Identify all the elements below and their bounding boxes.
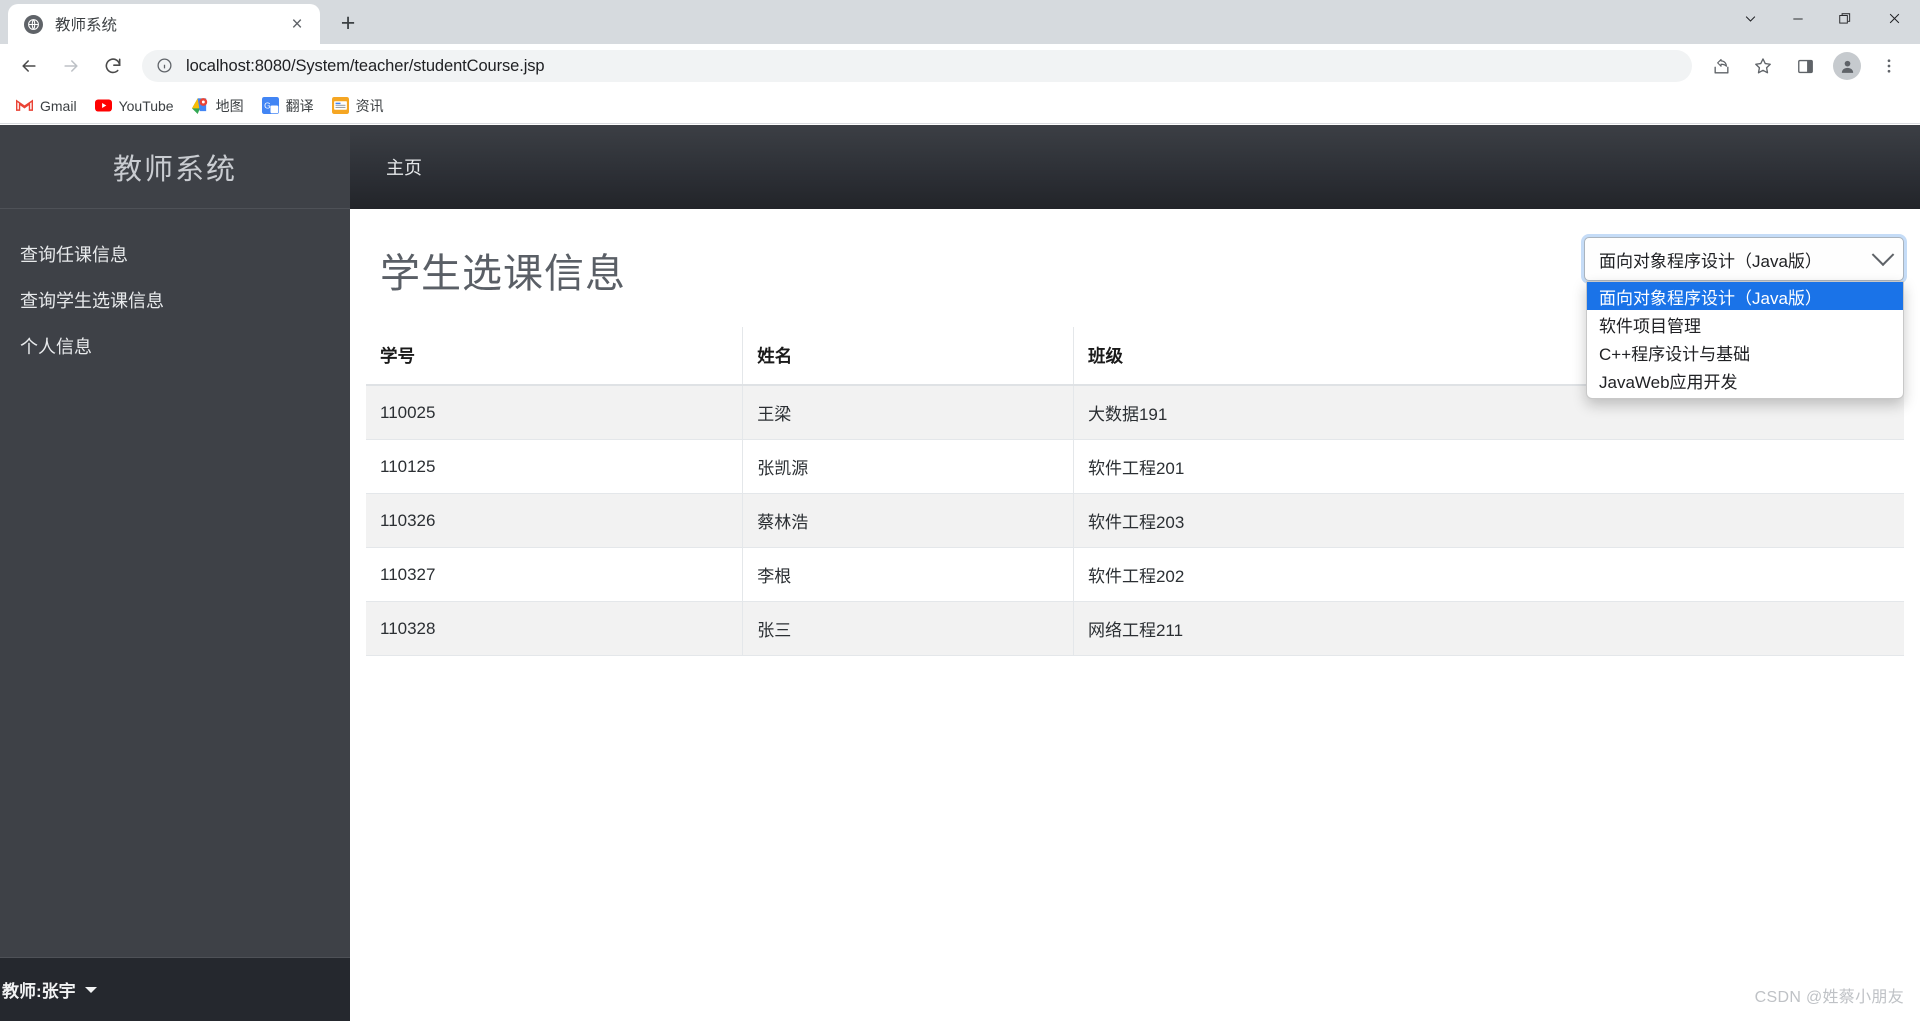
cell-name: 蔡林浩	[742, 493, 1074, 548]
page-viewport: 教师系统 查询任课信息 查询学生选课信息 个人信息 教师:张宇 主页 学生选课信…	[0, 125, 1920, 1021]
watermark: CSDN @姓蔡小朋友	[1754, 989, 1904, 1006]
nav-link-home[interactable]: 主页	[386, 154, 422, 180]
address-bar[interactable]: localhost:8080/System/teacher/studentCou…	[142, 50, 1692, 82]
chevron-down-icon[interactable]	[1727, 0, 1774, 37]
browser-tab[interactable]: 教师系统 ×	[8, 4, 320, 44]
bookmarks-bar: Gmail YouTube 地图 G 翻译 资讯	[0, 88, 1920, 124]
cell-student-id: 110327	[366, 547, 744, 602]
cell-class: 网络工程211	[1073, 601, 1904, 656]
google-maps-icon	[191, 97, 209, 114]
bookmark-label: 翻译	[285, 97, 314, 114]
forward-arrow-icon	[54, 49, 88, 83]
cell-student-id: 110025	[366, 385, 744, 440]
share-icon[interactable]	[1704, 49, 1738, 83]
top-navbar: 主页	[350, 125, 1920, 209]
column-header-name: 姓名	[742, 327, 1074, 386]
star-icon[interactable]	[1746, 49, 1780, 83]
sidebar-user-menu[interactable]: 教师:张宇	[0, 957, 350, 1021]
toolbar-actions	[1700, 49, 1910, 83]
bookmark-maps[interactable]: 地图	[184, 92, 252, 120]
cell-student-id: 110326	[366, 493, 744, 548]
cell-name: 王梁	[742, 385, 1074, 440]
sidebar-nav: 查询任课信息 查询学生选课信息 个人信息	[0, 209, 350, 957]
window-controls	[1727, 0, 1920, 37]
bookmark-gmail[interactable]: Gmail	[8, 93, 85, 118]
google-news-icon	[331, 97, 349, 114]
bookmark-label: 资讯	[355, 97, 384, 114]
bookmark-translate[interactable]: G 翻译	[254, 92, 322, 120]
sidebar-item-teaching-info[interactable]: 查询任课信息	[0, 231, 350, 277]
minimize-icon[interactable]	[1774, 0, 1821, 37]
profile-avatar-icon[interactable]	[1833, 52, 1861, 80]
course-option[interactable]: C++程序设计与基础	[1587, 338, 1903, 366]
browser-titlebar: 教师系统 × +	[0, 0, 1920, 44]
youtube-icon	[94, 97, 112, 114]
sidebar-item-personal-info[interactable]: 个人信息	[0, 323, 350, 369]
bookmark-label: Gmail	[40, 97, 77, 114]
cell-name: 李根	[742, 547, 1074, 602]
cell-class: 软件工程201	[1073, 439, 1904, 494]
table-body: 110025 王梁 大数据191 110125 张凯源 软件工程201 1103…	[366, 385, 1904, 656]
page-body: 学生选课信息 面向对象程序设计（Java版） 面向对象程序设计（Java版） 软…	[350, 209, 1920, 656]
reload-icon[interactable]	[96, 49, 130, 83]
column-header-student-id: 学号	[366, 327, 744, 386]
close-icon[interactable]: ×	[284, 11, 310, 37]
cell-student-id: 110328	[366, 601, 744, 656]
table-row: 110125 张凯源 软件工程201	[366, 439, 1904, 494]
course-option[interactable]: 软件项目管理	[1587, 310, 1903, 338]
course-select-options: 面向对象程序设计（Java版） 软件项目管理 C++程序设计与基础 JavaWe…	[1586, 281, 1904, 399]
sidebar-brand: 教师系统	[0, 125, 350, 209]
browser-toolbar: localhost:8080/System/teacher/studentCou…	[0, 44, 1920, 88]
info-circle-icon[interactable]	[156, 57, 174, 75]
bookmark-youtube[interactable]: YouTube	[87, 93, 182, 118]
close-icon[interactable]	[1868, 0, 1920, 37]
cell-class: 软件工程202	[1073, 547, 1904, 602]
bookmark-news[interactable]: 资讯	[324, 92, 392, 120]
tab-title: 教师系统	[55, 17, 118, 34]
table-row: 110327 李根 软件工程202	[366, 547, 1904, 602]
back-arrow-icon[interactable]	[12, 49, 46, 83]
main-content: 主页 学生选课信息 面向对象程序设计（Java版） 面向对象程序设计（Java版…	[350, 125, 1920, 1021]
sidebar-user-label: 教师:张宇	[2, 982, 76, 1001]
table-row: 110326 蔡林浩 软件工程203	[366, 493, 1904, 548]
chevron-down-icon	[84, 986, 97, 993]
restore-icon[interactable]	[1821, 0, 1868, 37]
bookmark-label: YouTube	[118, 97, 174, 114]
cell-student-id: 110125	[366, 439, 744, 494]
course-option[interactable]: 面向对象程序设计（Java版）	[1587, 282, 1903, 310]
browser-window: 教师系统 × + localhost:8080/System/teacher/s…	[0, 0, 1920, 1021]
cell-name: 张凯源	[742, 439, 1074, 494]
gmail-icon	[16, 97, 33, 114]
course-select-wrapper: 面向对象程序设计（Java版） 面向对象程序设计（Java版） 软件项目管理 C…	[1584, 237, 1904, 399]
sidebar-item-label: 查询任课信息	[20, 245, 128, 265]
sidebar: 教师系统 查询任课信息 查询学生选课信息 个人信息 教师:张宇	[0, 125, 350, 1021]
globe-icon	[24, 14, 43, 34]
svg-text:G: G	[264, 100, 271, 110]
sidebar-item-label: 个人信息	[20, 337, 92, 357]
course-select[interactable]: 面向对象程序设计（Java版）	[1584, 237, 1904, 281]
sidebar-item-student-course-info[interactable]: 查询学生选课信息	[0, 277, 350, 323]
cell-name: 张三	[742, 601, 1074, 656]
bookmark-label: 地图	[215, 97, 244, 114]
sidebar-item-label: 查询学生选课信息	[20, 291, 164, 311]
tab-strip: 教师系统 × +	[0, 0, 366, 44]
address-bar-url: localhost:8080/System/teacher/studentCou…	[186, 56, 545, 75]
course-select-value: 面向对象程序设计（Java版）	[1599, 251, 1822, 271]
table-row: 110328 张三 网络工程211	[366, 601, 1904, 656]
side-panel-icon[interactable]	[1788, 49, 1822, 83]
new-tab-button[interactable]: +	[330, 5, 366, 41]
chevron-down-icon	[1871, 243, 1895, 267]
kebab-menu-icon[interactable]	[1872, 49, 1906, 83]
google-translate-icon: G	[261, 97, 279, 114]
cell-class: 软件工程203	[1073, 493, 1904, 548]
course-option[interactable]: JavaWeb应用开发	[1587, 366, 1903, 394]
